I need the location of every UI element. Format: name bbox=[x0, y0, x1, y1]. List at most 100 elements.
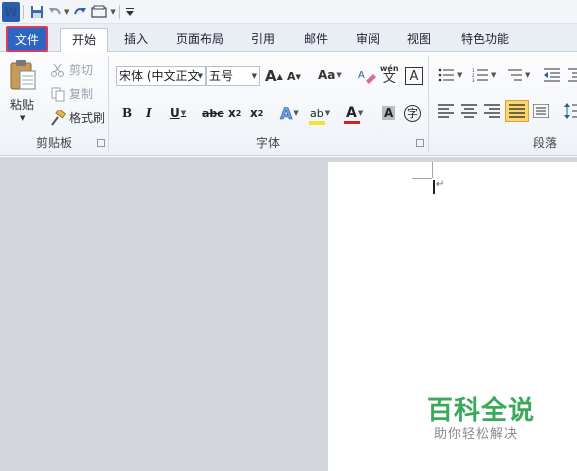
undo-icon[interactable]: ▼ bbox=[47, 2, 69, 22]
change-case-dropdown-icon[interactable]: ▼ bbox=[336, 71, 341, 79]
subscript-button[interactable]: x2 bbox=[228, 104, 241, 122]
font-launcher-icon[interactable] bbox=[416, 139, 424, 147]
copy-label: 复制 bbox=[69, 87, 94, 101]
text-effects-button[interactable]: A ▼ bbox=[280, 103, 299, 123]
character-shading-icon: A bbox=[382, 106, 396, 120]
character-shading-button[interactable]: A bbox=[382, 104, 396, 122]
line-spacing-button[interactable] bbox=[564, 102, 577, 120]
highlight-button[interactable]: ab ▼ bbox=[309, 104, 330, 125]
highlight-dropdown-icon[interactable]: ▼ bbox=[325, 109, 330, 117]
paste-label[interactable]: 粘贴 bbox=[10, 96, 34, 113]
change-case-icon: Aa bbox=[318, 68, 336, 82]
tab-review[interactable]: 审阅 bbox=[348, 28, 388, 52]
increase-indent-button[interactable] bbox=[568, 68, 577, 82]
bullets-dropdown-icon[interactable]: ▼ bbox=[457, 71, 462, 79]
clear-formatting-icon: A bbox=[358, 70, 376, 84]
change-case-button[interactable]: Aa ▼ bbox=[318, 68, 342, 82]
print-dropdown-icon[interactable]: ▼ bbox=[110, 8, 115, 16]
phonetic-guide-button[interactable]: wén 文 bbox=[380, 64, 399, 86]
phonetic-guide-icon: 文 bbox=[382, 71, 396, 86]
numbering-dropdown-icon[interactable]: ▼ bbox=[491, 71, 496, 79]
strikethrough-button[interactable]: abc bbox=[202, 104, 224, 122]
svg-text:3: 3 bbox=[472, 78, 475, 82]
underline-button[interactable]: U ▼ bbox=[170, 104, 186, 122]
align-center-icon bbox=[461, 104, 477, 118]
align-center-button[interactable] bbox=[461, 104, 477, 118]
cut-label: 剪切 bbox=[69, 63, 94, 77]
qat-separator bbox=[23, 4, 24, 19]
distributed-icon bbox=[533, 104, 549, 118]
italic-button[interactable]: I bbox=[146, 104, 152, 122]
text-effects-dropdown-icon[interactable]: ▼ bbox=[293, 109, 298, 117]
subscript-icon: x bbox=[228, 106, 236, 120]
align-left-icon bbox=[438, 104, 454, 118]
tab-mailings[interactable]: 邮件 bbox=[296, 28, 336, 52]
paste-dropdown-icon[interactable]: ▼ bbox=[20, 114, 25, 122]
decrease-indent-icon bbox=[544, 68, 560, 82]
save-icon[interactable] bbox=[30, 2, 44, 22]
tab-references[interactable]: 引用 bbox=[243, 28, 283, 52]
ribbon-tabs: 文件 开始 插入 页面布局 引用 邮件 审阅 视图 特色功能 bbox=[0, 24, 577, 53]
bold-button[interactable]: B bbox=[122, 104, 132, 122]
clipboard-launcher-icon[interactable] bbox=[97, 139, 105, 147]
multilevel-list-button[interactable]: ▼ bbox=[506, 68, 530, 82]
tab-insert[interactable]: 插入 bbox=[114, 28, 158, 52]
bullets-button[interactable]: ▼ bbox=[438, 68, 462, 82]
font-size-dropdown[interactable]: 五号 ▼ bbox=[206, 66, 260, 86]
align-left-button[interactable] bbox=[438, 104, 454, 118]
shrink-font-button[interactable]: A ▼ bbox=[287, 70, 301, 83]
character-border-button[interactable]: A bbox=[405, 67, 423, 85]
margin-corner-mark-vertical bbox=[432, 162, 433, 178]
enclose-characters-icon: 字 bbox=[404, 104, 421, 122]
justify-button[interactable] bbox=[505, 100, 529, 122]
highlight-icon: ab bbox=[309, 107, 325, 125]
font-name-dropdown[interactable]: 宋体 (中文正文 ▼ bbox=[116, 66, 206, 86]
font-group-label: 字体 bbox=[255, 136, 280, 150]
undo-dropdown-icon[interactable]: ▼ bbox=[64, 8, 69, 16]
copy-button[interactable]: 复制 bbox=[50, 85, 93, 102]
strikethrough-icon: abc bbox=[202, 106, 224, 120]
group-separator bbox=[428, 56, 429, 152]
text-cursor bbox=[433, 180, 435, 194]
grow-font-button[interactable]: A ▲ bbox=[265, 67, 283, 85]
line-spacing-icon bbox=[564, 103, 577, 119]
tab-special-features[interactable]: 特色功能 bbox=[452, 28, 518, 52]
font-name-value: 宋体 (中文正文 bbox=[119, 69, 200, 83]
align-right-button[interactable] bbox=[484, 104, 500, 118]
tab-file[interactable]: 文件 bbox=[6, 26, 48, 52]
margin-corner-mark bbox=[412, 178, 432, 179]
decrease-indent-button[interactable] bbox=[544, 68, 560, 82]
customize-icon[interactable] bbox=[125, 2, 134, 22]
multilevel-list-dropdown-icon[interactable]: ▼ bbox=[525, 71, 530, 79]
numbering-button[interactable]: 123 ▼ bbox=[472, 68, 496, 82]
increase-indent-icon bbox=[568, 68, 577, 82]
align-right-icon bbox=[484, 104, 500, 118]
tab-page-layout[interactable]: 页面布局 bbox=[168, 28, 232, 52]
paste-button[interactable] bbox=[8, 58, 42, 94]
font-name-arrow-icon[interactable]: ▼ bbox=[198, 67, 203, 85]
font-color-button[interactable]: A ▼ bbox=[344, 104, 363, 124]
print-preview-icon[interactable]: ▼ bbox=[91, 2, 116, 22]
cut-button[interactable]: 剪切 bbox=[50, 61, 93, 78]
bullets-icon bbox=[438, 68, 454, 82]
tab-home[interactable]: 开始 bbox=[60, 28, 108, 53]
font-size-value: 五号 bbox=[209, 69, 234, 83]
bold-icon: B bbox=[122, 106, 133, 120]
format-painter-button[interactable]: 格式刷 bbox=[50, 107, 105, 126]
underline-dropdown-icon[interactable]: ▼ bbox=[181, 109, 186, 117]
watermark-title: 百科全说 bbox=[427, 396, 536, 426]
font-color-dropdown-icon[interactable]: ▼ bbox=[358, 109, 363, 117]
enclose-characters-button[interactable]: 字 bbox=[404, 104, 421, 122]
distributed-button[interactable] bbox=[533, 104, 549, 118]
clipboard-group-label: 剪贴板 bbox=[35, 136, 72, 150]
superscript-button[interactable]: x2 bbox=[250, 104, 263, 122]
redo-icon[interactable] bbox=[72, 2, 88, 22]
character-border-icon: A bbox=[409, 68, 419, 84]
format-painter-icon bbox=[50, 107, 67, 126]
qat-separator-2 bbox=[118, 4, 120, 19]
tab-view[interactable]: 视图 bbox=[399, 28, 439, 52]
clear-formatting-button[interactable]: A bbox=[357, 66, 377, 86]
word-logo-icon[interactable]: W bbox=[2, 1, 20, 22]
font-size-arrow-icon[interactable]: ▼ bbox=[252, 67, 257, 85]
paste-icon bbox=[10, 60, 36, 90]
